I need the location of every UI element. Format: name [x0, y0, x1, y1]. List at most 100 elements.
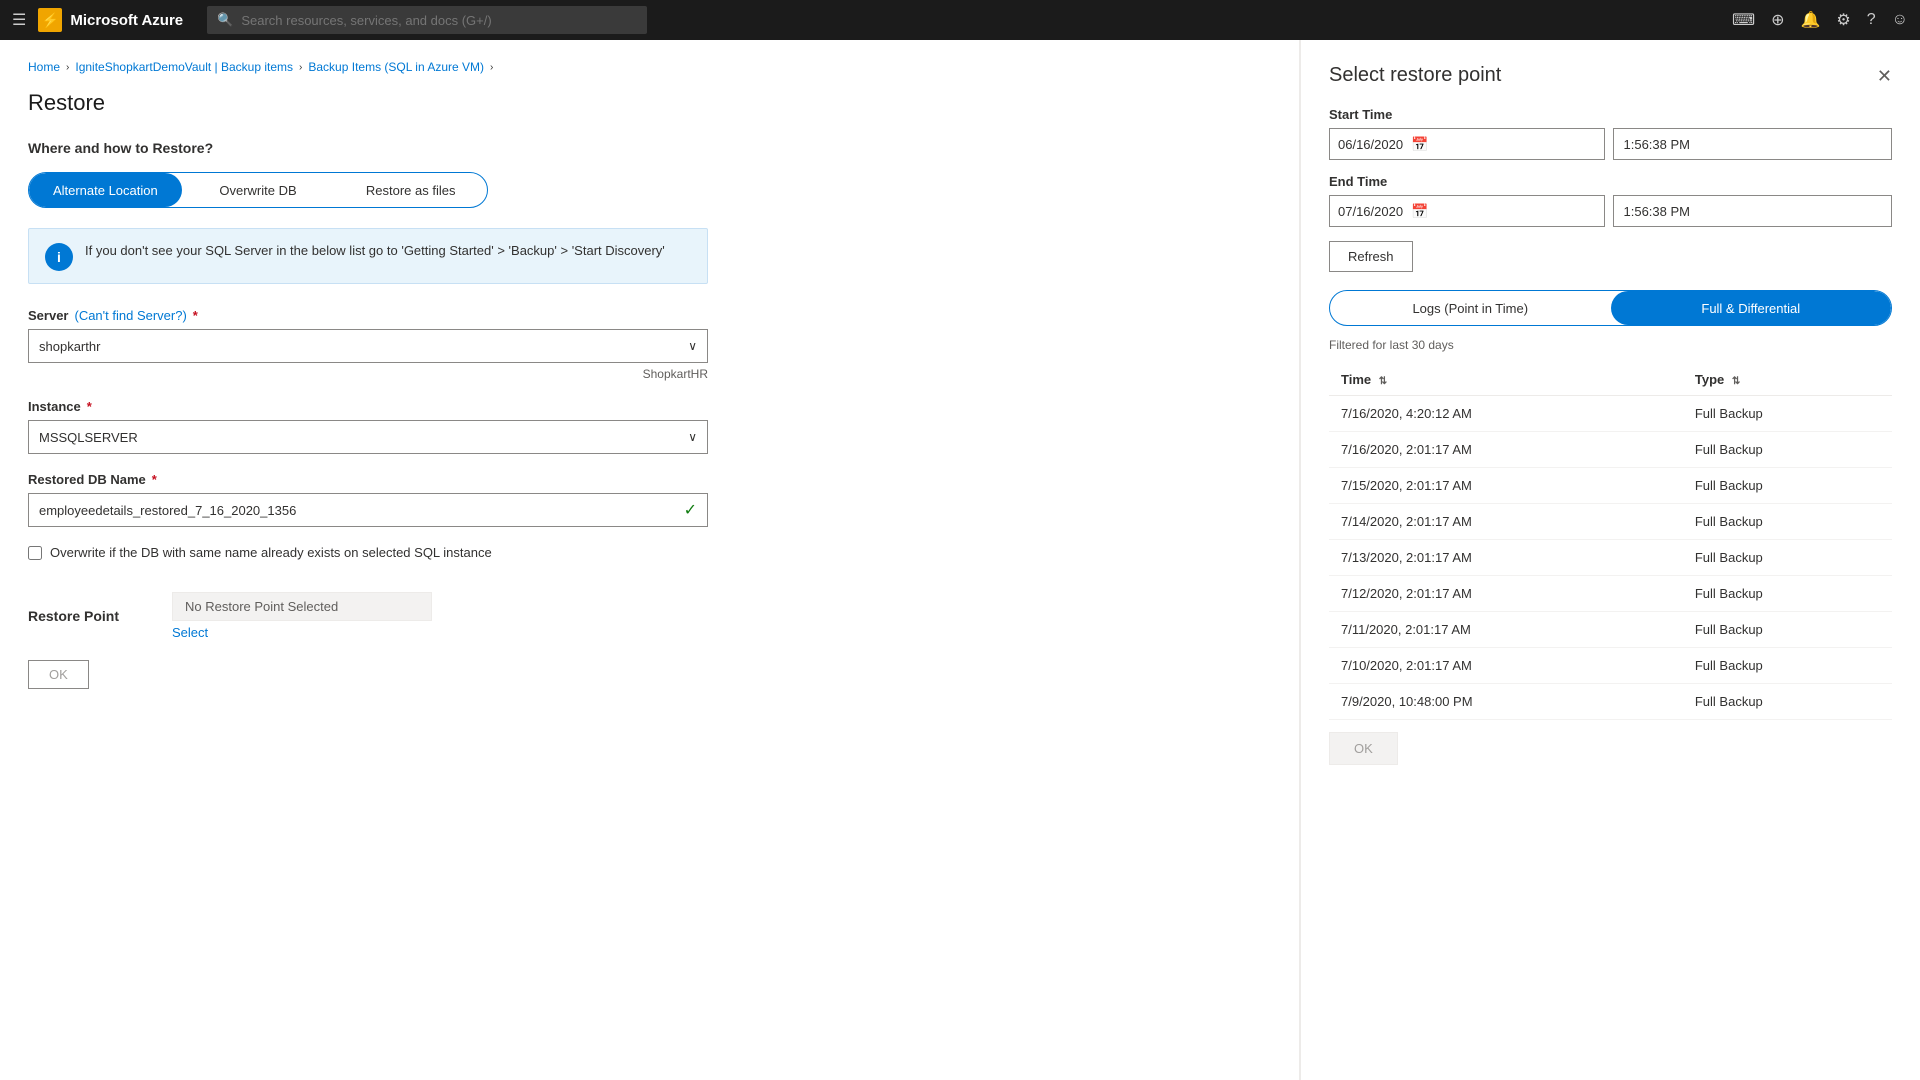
tab-full-differential[interactable]: Full & Differential	[1611, 291, 1892, 325]
start-calendar-icon[interactable]: 📅	[1411, 136, 1428, 153]
page-title: Restore	[28, 90, 1271, 116]
restore-points-table: Time ⇅ Type ⇅ 7/16/2020, 4:20:12 AM Full…	[1329, 364, 1892, 720]
brand-logo: ⚡ Microsoft Azure	[38, 8, 183, 32]
restore-point-value: No Restore Point Selected	[172, 592, 432, 621]
feedback-icon[interactable]: ⊕	[1771, 10, 1784, 30]
breadcrumb-sql[interactable]: Backup Items (SQL in Azure VM)	[308, 60, 484, 74]
search-input[interactable]	[241, 13, 637, 28]
settings-icon[interactable]: ⚙	[1836, 10, 1850, 30]
restore-mode-toggle[interactable]: Alternate Location Overwrite DB Restore …	[28, 172, 488, 208]
db-name-field[interactable]: employeedetails_restored_7_16_2020_1356 …	[28, 493, 708, 527]
help-icon[interactable]: ?	[1867, 11, 1876, 29]
toggle-restore-as-files[interactable]: Restore as files	[334, 173, 487, 207]
row-time: 7/15/2020, 2:01:17 AM	[1329, 468, 1683, 504]
instance-select[interactable]: MSSQLSERVER ∨	[28, 420, 708, 454]
brand-name: Microsoft Azure	[70, 12, 183, 29]
time-sort-icon[interactable]: ⇅	[1379, 376, 1387, 387]
hamburger-menu[interactable]: ☰	[12, 10, 26, 30]
terminal-icon[interactable]: ⌨	[1732, 10, 1755, 30]
table-row[interactable]: 7/16/2020, 2:01:17 AM Full Backup	[1329, 432, 1892, 468]
table-row[interactable]: 7/14/2020, 2:01:17 AM Full Backup	[1329, 504, 1892, 540]
search-bar[interactable]: 🔍	[207, 6, 647, 34]
breadcrumb: Home › IgniteShopkartDemoVault | Backup …	[28, 60, 1271, 74]
server-chevron-icon: ∨	[688, 339, 697, 353]
server-field-group: Server (Can't find Server?) * shopkarthr…	[28, 308, 708, 381]
row-time: 7/13/2020, 2:01:17 AM	[1329, 540, 1683, 576]
info-text: If you don't see your SQL Server in the …	[85, 241, 665, 261]
table-row[interactable]: 7/12/2020, 2:01:17 AM Full Backup	[1329, 576, 1892, 612]
row-type: Full Backup	[1683, 396, 1892, 432]
refresh-button[interactable]: Refresh	[1329, 241, 1413, 272]
info-box: i If you don't see your SQL Server in th…	[28, 228, 708, 284]
panel-footer: OK	[1329, 720, 1892, 765]
end-time-row: End Time 07/16/2020 📅 1:56:38 PM	[1329, 174, 1892, 227]
row-time: 7/14/2020, 2:01:17 AM	[1329, 504, 1683, 540]
toggle-alternate-location[interactable]: Alternate Location	[29, 173, 182, 207]
table-row[interactable]: 7/9/2020, 10:48:00 PM Full Backup	[1329, 684, 1892, 720]
start-date-value: 06/16/2020	[1338, 137, 1403, 152]
restore-point-row: Restore Point No Restore Point Selected …	[28, 592, 1271, 640]
restore-panel: Home › IgniteShopkartDemoVault | Backup …	[0, 40, 1300, 1080]
table-header: Time ⇅ Type ⇅	[1329, 364, 1892, 396]
type-col-label: Type	[1695, 372, 1724, 387]
row-time: 7/12/2020, 2:01:17 AM	[1329, 576, 1683, 612]
col-header-time[interactable]: Time ⇅	[1329, 364, 1683, 396]
start-date-field[interactable]: 06/16/2020 📅	[1329, 128, 1605, 160]
end-date-field[interactable]: 07/16/2020 📅	[1329, 195, 1605, 227]
table-row[interactable]: 7/16/2020, 4:20:12 AM Full Backup	[1329, 396, 1892, 432]
toggle-overwrite-db[interactable]: Overwrite DB	[182, 173, 335, 207]
col-header-type[interactable]: Type ⇅	[1683, 364, 1892, 396]
row-time: 7/10/2020, 2:01:17 AM	[1329, 648, 1683, 684]
panel-header: Select restore point ✕	[1329, 64, 1892, 87]
info-icon: i	[45, 243, 73, 271]
table-row[interactable]: 7/11/2020, 2:01:17 AM Full Backup	[1329, 612, 1892, 648]
panel-close-button[interactable]: ✕	[1877, 67, 1892, 85]
db-name-valid-icon: ✓	[684, 500, 697, 520]
instance-chevron-icon: ∨	[688, 430, 697, 444]
restore-select-link[interactable]: Select	[172, 625, 432, 640]
start-time-row: Start Time 06/16/2020 📅 1:56:38 PM	[1329, 107, 1892, 160]
sep-2: ›	[299, 62, 302, 73]
tab-logs-point-in-time[interactable]: Logs (Point in Time)	[1330, 291, 1611, 325]
end-time-inputs: 07/16/2020 📅 1:56:38 PM	[1329, 195, 1892, 227]
panel-ok-button[interactable]: OK	[1329, 732, 1398, 765]
row-time: 7/16/2020, 4:20:12 AM	[1329, 396, 1683, 432]
row-type: Full Backup	[1683, 684, 1892, 720]
start-time-inputs: 06/16/2020 📅 1:56:38 PM	[1329, 128, 1892, 160]
restore-point-container: No Restore Point Selected Select	[172, 592, 432, 640]
instance-value: MSSQLSERVER	[39, 430, 138, 445]
page-wrapper: Home › IgniteShopkartDemoVault | Backup …	[0, 40, 1920, 1080]
breadcrumb-home[interactable]: Home	[28, 60, 60, 74]
row-type: Full Backup	[1683, 504, 1892, 540]
row-type: Full Backup	[1683, 432, 1892, 468]
time-col-label: Time	[1341, 372, 1371, 387]
cant-find-server-link[interactable]: (Can't find Server?)	[74, 308, 186, 323]
overwrite-checkbox-label: Overwrite if the DB with same name alrea…	[50, 545, 492, 560]
instance-label: Instance *	[28, 399, 708, 414]
server-value: shopkarthr	[39, 339, 100, 354]
server-select[interactable]: shopkarthr ∨	[28, 329, 708, 363]
type-sort-icon[interactable]: ⇅	[1732, 376, 1740, 387]
overwrite-checkbox[interactable]	[28, 546, 42, 560]
azure-icon: ⚡	[38, 8, 62, 32]
end-time-field[interactable]: 1:56:38 PM	[1613, 195, 1893, 227]
row-type: Full Backup	[1683, 648, 1892, 684]
server-label: Server (Can't find Server?) *	[28, 308, 708, 323]
restore-type-tabs[interactable]: Logs (Point in Time) Full & Differential	[1329, 290, 1892, 326]
end-calendar-icon[interactable]: 📅	[1411, 203, 1428, 220]
table-row[interactable]: 7/15/2020, 2:01:17 AM Full Backup	[1329, 468, 1892, 504]
table-body: 7/16/2020, 4:20:12 AM Full Backup 7/16/2…	[1329, 396, 1892, 720]
notifications-icon[interactable]: 🔔	[1800, 10, 1820, 30]
filter-text: Filtered for last 30 days	[1329, 338, 1892, 352]
sep-3: ›	[490, 62, 493, 73]
start-time-label: Start Time	[1329, 107, 1892, 122]
table-row[interactable]: 7/13/2020, 2:01:17 AM Full Backup	[1329, 540, 1892, 576]
panel-title: Select restore point	[1329, 64, 1501, 87]
end-time-value: 1:56:38 PM	[1624, 204, 1691, 219]
restore-ok-button[interactable]: OK	[28, 660, 89, 689]
search-icon: 🔍	[217, 12, 233, 28]
table-row[interactable]: 7/10/2020, 2:01:17 AM Full Backup	[1329, 648, 1892, 684]
breadcrumb-vault[interactable]: IgniteShopkartDemoVault | Backup items	[75, 60, 293, 74]
account-icon[interactable]: ☺	[1892, 11, 1908, 29]
start-time-field[interactable]: 1:56:38 PM	[1613, 128, 1893, 160]
